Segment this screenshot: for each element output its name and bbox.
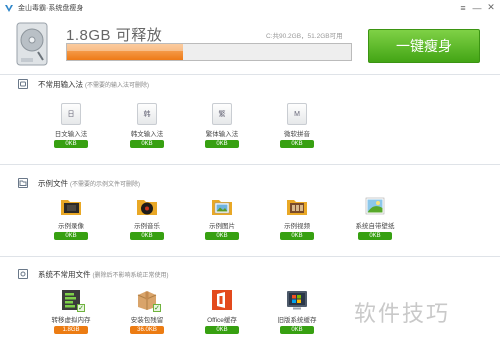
- item-old-system-cache[interactable]: 旧版系统缓存 0KB: [262, 289, 332, 334]
- item-label: 示例录像: [58, 223, 84, 230]
- size-badge: 0KB: [280, 326, 314, 334]
- size-badge: 1.8GB: [54, 326, 88, 334]
- office-icon: [211, 289, 233, 311]
- kingsoft-v-logo: [5, 5, 13, 12]
- disk-summary: 1.8GB 可释放 C:共90.2GB，51.2GB可用 一键瘦身: [0, 16, 500, 74]
- item-installer-leftovers[interactable]: ✓ 安装包残留 36.0KB: [112, 289, 182, 334]
- size-badge: 0KB: [205, 232, 239, 240]
- close-icon[interactable]: ✕: [484, 1, 498, 14]
- item-label: 示例音乐: [134, 223, 160, 230]
- size-badge: 0KB: [280, 140, 314, 148]
- size-badge: 0KB: [205, 140, 239, 148]
- section-header: 系统不常用文件 (删除后不影响系统正常使用): [0, 265, 500, 283]
- checked-icon[interactable]: ✓: [153, 304, 161, 312]
- item-microsoft-pinyin[interactable]: M 微软拼音 0KB: [262, 103, 332, 148]
- ime-icon: 日: [60, 103, 82, 125]
- section-subtitle: (不需要的输入法可删除): [85, 82, 149, 89]
- ime-icon: 繁: [211, 103, 233, 125]
- section-header: 不常用输入法 (不需要的输入法可删除): [0, 75, 500, 93]
- wallpaper-icon: [365, 197, 385, 215]
- item-label: 繁体输入法: [205, 131, 239, 138]
- item-sample-music[interactable]: 示例音乐 0KB: [112, 195, 182, 240]
- memory-icon: ✓: [60, 289, 85, 312]
- menu-icon[interactable]: ≡: [456, 1, 470, 14]
- disk-usage-fill: [67, 44, 184, 60]
- item-japanese-ime[interactable]: 日 日文输入法 0KB: [36, 103, 106, 148]
- size-badge: 0KB: [54, 140, 88, 148]
- size-badge: 0KB: [205, 326, 239, 334]
- title-bar: 金山毒霸·系统盘瘦身 ≡ — ✕: [0, 0, 500, 16]
- window-title: 金山毒霸·系统盘瘦身: [18, 5, 84, 12]
- one-click-slim-button[interactable]: 一键瘦身: [368, 29, 480, 63]
- free-space-label: 1.8GB 可释放: [66, 27, 163, 44]
- item-traditional-ime[interactable]: 繁 繁体输入法 0KB: [187, 103, 257, 148]
- section-sample-files: 示例文件 (不需要的示例文件可删除) 示例录像 0KB 示例音乐 0KB 示例图…: [0, 164, 500, 256]
- section-title: 系统不常用文件: [38, 269, 91, 279]
- item-label: 微软拼音: [284, 131, 310, 138]
- item-move-virtual-memory[interactable]: ✓ 转移虚拟内存 1.8GB: [36, 289, 106, 334]
- keyboard-icon: [18, 79, 28, 89]
- item-korean-ime[interactable]: 韩 韩文输入法 0KB: [112, 103, 182, 148]
- item-sample-videos[interactable]: 示例视频 0KB: [262, 195, 332, 240]
- item-label: 旧版系统缓存: [277, 317, 317, 324]
- item-office-cache[interactable]: Office缓存 0KB: [187, 289, 257, 334]
- item-label: Office缓存: [207, 317, 237, 324]
- item-system-wallpapers[interactable]: 系统自带壁纸 0KB: [340, 195, 410, 240]
- disk-usage-bar: [66, 43, 352, 61]
- section-title: 示例文件: [38, 178, 68, 188]
- minimize-icon[interactable]: —: [470, 1, 484, 14]
- film-folder-icon: [287, 200, 307, 215]
- ime-icon: M: [286, 103, 308, 125]
- watermark: 软件技巧: [354, 301, 451, 326]
- item-label: 安装包残留: [130, 317, 164, 324]
- hard-disk-icon: [16, 22, 48, 66]
- item-label: 韩文输入法: [130, 131, 164, 138]
- item-label: 转移虚拟内存: [51, 317, 91, 324]
- folder-icon: [18, 178, 28, 188]
- item-sample-pictures[interactable]: 示例图片 0KB: [187, 195, 257, 240]
- video-folder-icon: [61, 200, 81, 215]
- size-badge: 0KB: [130, 232, 164, 240]
- disk-info: C:共90.2GB，51.2GB可用: [266, 33, 343, 40]
- item-label: 示例图片: [209, 223, 235, 230]
- size-badge: 0KB: [280, 232, 314, 240]
- section-header: 示例文件 (不需要的示例文件可删除): [0, 174, 500, 192]
- size-badge: 0KB: [358, 232, 392, 240]
- section-input-methods: 不常用输入法 (不需要的输入法可删除) 日 日文输入法 0KB 韩 韩文输入法 …: [0, 74, 500, 164]
- music-folder-icon: [137, 200, 157, 215]
- item-label: 日文输入法: [54, 131, 88, 138]
- item-label: 系统自带壁纸: [355, 223, 395, 230]
- size-badge: 0KB: [130, 140, 164, 148]
- ime-icon: 韩: [136, 103, 158, 125]
- section-subtitle: (删除后不影响系统正常使用): [92, 272, 169, 279]
- size-badge: 36.0KB: [130, 326, 164, 334]
- window-controls: ≡ — ✕: [456, 1, 498, 14]
- item-sample-recordings[interactable]: 示例录像 0KB: [36, 195, 106, 240]
- section-subtitle: (不需要的示例文件可删除): [70, 181, 140, 188]
- size-badge: 0KB: [54, 232, 88, 240]
- item-label: 示例视频: [284, 223, 310, 230]
- package-icon: ✓: [136, 289, 161, 312]
- checked-icon[interactable]: ✓: [77, 304, 85, 312]
- section-title: 不常用输入法: [38, 79, 83, 89]
- picture-folder-icon: [212, 200, 232, 215]
- windows-icon: [286, 289, 308, 311]
- gear-file-icon: [18, 269, 28, 279]
